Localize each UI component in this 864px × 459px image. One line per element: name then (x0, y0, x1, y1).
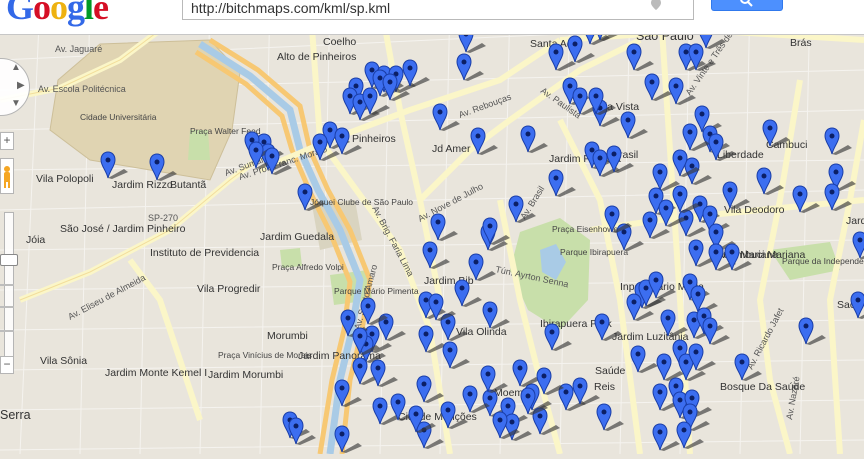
search-input[interactable] (182, 0, 694, 20)
map-label: Alto de Pinheiros (277, 51, 356, 63)
search-button[interactable] (711, 0, 783, 11)
map-label: Av. Jaguaré (55, 44, 102, 54)
zoom-tick (0, 284, 14, 286)
map-label: Serra (0, 408, 31, 422)
map-canvas[interactable]: CoelhoSanta AdeSão PauloBrásAlto de Pinh… (0, 0, 864, 455)
zoom-tick (0, 330, 14, 332)
zoom-out-button[interactable]: − (0, 356, 14, 374)
map-label: Jardim Guedala (260, 231, 334, 243)
logo-letter: l (84, 0, 94, 27)
zoom-slider-thumb[interactable] (0, 254, 18, 266)
map-label: Vila Polopoli (36, 173, 94, 185)
map-label: Morumbi (267, 330, 308, 342)
logo-letter: e (93, 0, 109, 27)
street-view-pegman[interactable] (0, 158, 14, 194)
logo-letter: G (6, 0, 34, 27)
map-label: Jóquei Clube de São Paulo (310, 197, 413, 207)
map-label: Vila Deodoro (724, 204, 785, 216)
zoom-in-button[interactable]: + (0, 132, 14, 150)
zoom-slider[interactable] (4, 212, 14, 362)
zoom-tick (0, 306, 14, 308)
map-label: Parque Mário Pimenta (334, 286, 419, 296)
map-svg[interactable]: CoelhoSanta AdeSão PauloBrásAlto de Pinh… (0, 0, 864, 455)
map-label: Pinheiros (352, 133, 396, 145)
location-icon (651, 0, 661, 10)
map-label: Butantã (170, 179, 206, 191)
map-label: Cidade Universitária (80, 112, 157, 122)
map-label: Parque Ibirapuera (560, 247, 628, 257)
map-label: Parque da Independência (782, 256, 864, 266)
pegman-icon (4, 166, 10, 188)
map-label: Praça Vinícius de Morais (218, 350, 312, 360)
map-label: Reis (594, 381, 615, 393)
map-label: Coelho (323, 36, 356, 48)
map-label: Jardim Rizzo (112, 179, 173, 191)
top-bar: Google (0, 0, 864, 35)
map-label: Jóia (26, 234, 45, 246)
map-label: Jardim Monte Kemel I (105, 367, 207, 379)
map-label: Brás (790, 37, 812, 49)
map-label: Vila Progredir (197, 283, 261, 295)
logo-letter: o (33, 0, 51, 27)
pan-up-icon[interactable]: ▲ (11, 63, 21, 73)
map-label: Saúde (595, 365, 626, 377)
map-label: Jd Amer (432, 143, 471, 155)
pan-down-icon[interactable]: ▼ (11, 99, 21, 109)
map-label: Av. Escola Politécnica (38, 84, 126, 94)
map-label: Jardim Morumbi (208, 369, 283, 381)
logo-letter: g (67, 0, 85, 27)
map-label: SP-270 (148, 213, 178, 223)
map-label: Instituto de Previdencia (150, 247, 259, 259)
map-label: São José / Jardim Pinheiro (60, 223, 186, 235)
pan-right-icon[interactable]: ▶ (17, 81, 25, 91)
map-label: Praça Alfredo Volpi (272, 262, 344, 272)
logo-text: Google (6, 0, 109, 28)
map-label: Jardim da Glória (846, 215, 864, 227)
map-label: Vila Sônia (40, 355, 87, 367)
google-logo[interactable]: Google (6, 0, 109, 28)
logo-letter: o (50, 0, 68, 27)
search-icon (740, 0, 753, 7)
